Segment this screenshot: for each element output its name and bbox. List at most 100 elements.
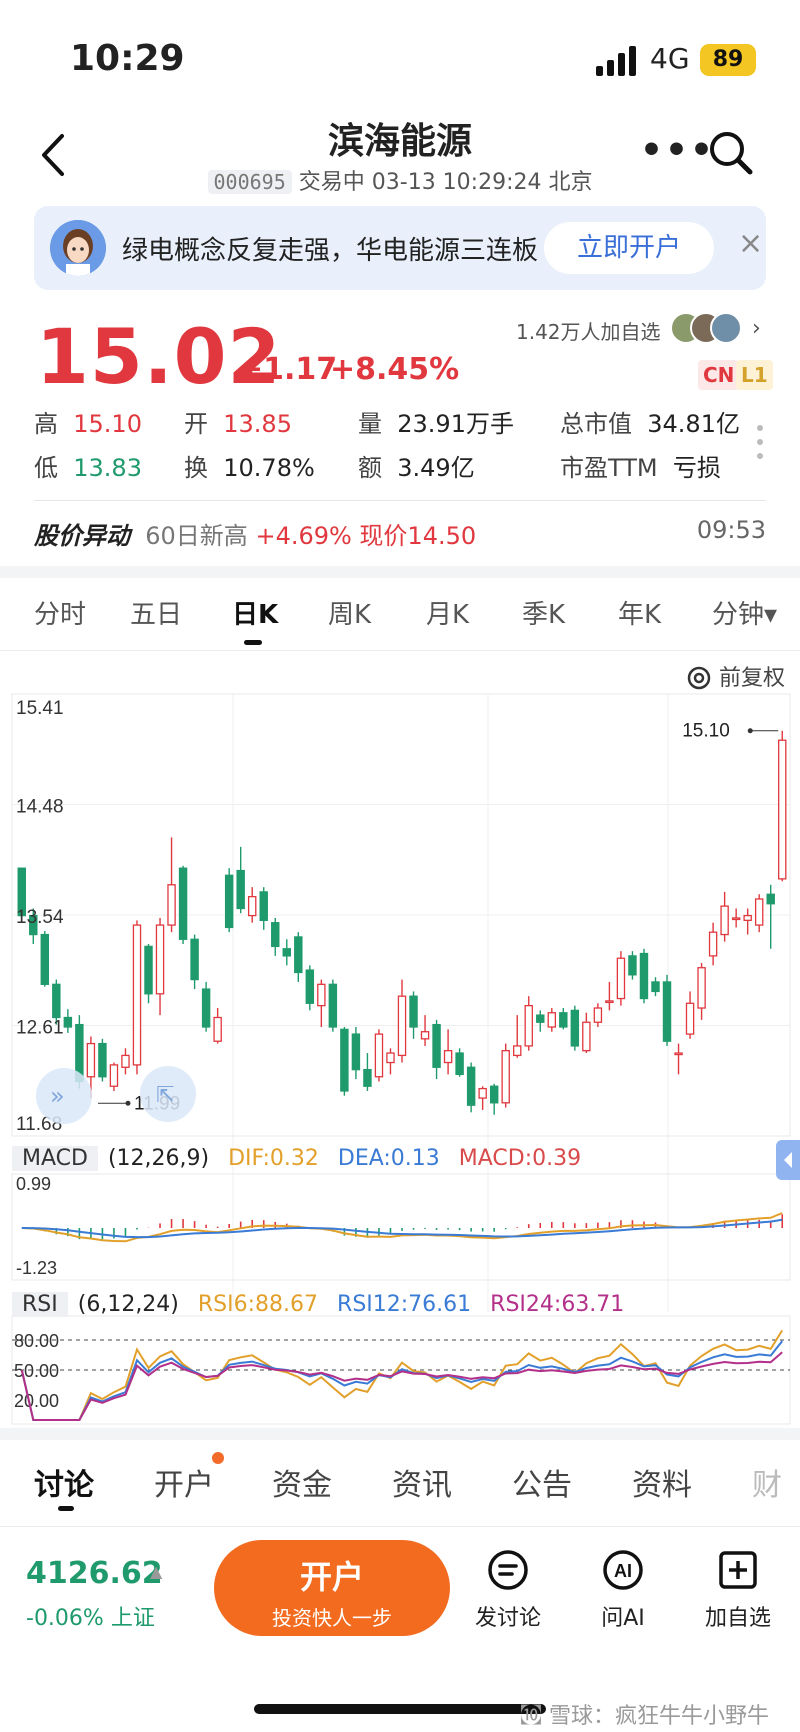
candle-body	[236, 869, 245, 910]
candle-body	[547, 1012, 557, 1028]
candle-body	[489, 1085, 499, 1104]
candle-body	[754, 898, 764, 926]
candle-body	[685, 1002, 695, 1035]
stat-market-cap: 总市值 34.81亿	[560, 410, 740, 438]
tab-daily-k[interactable]: 日K	[232, 594, 278, 631]
candle-body	[201, 988, 211, 1028]
network-type: 4G	[650, 42, 690, 75]
tab-minute[interactable]: 分钟▾	[712, 594, 777, 631]
watcher-count[interactable]: 1.42万人加自选	[516, 316, 661, 345]
candle-body	[259, 891, 268, 921]
stock-code: 000695	[207, 170, 292, 194]
y-axis-label: 15.41	[16, 698, 64, 719]
index-change[interactable]: -0.06% 上证	[26, 1600, 155, 1632]
rsi24-value: RSI24:63.71	[490, 1292, 625, 1317]
candle-body	[86, 1042, 96, 1078]
rsi-label[interactable]: RSI	[12, 1292, 68, 1317]
max-price-label: 15.10	[682, 721, 730, 742]
macd-dif: DIF:0.32	[228, 1146, 319, 1171]
candle-body	[639, 952, 649, 1000]
status-time: 10:29	[70, 38, 185, 79]
macd-dea: DEA:0.13	[337, 1146, 440, 1171]
candle-body	[224, 874, 234, 929]
trade-status-text: 交易中 03-13 10:29:24 北京	[298, 170, 593, 195]
candle-body	[593, 1007, 603, 1023]
candle-body	[305, 969, 315, 1004]
divider	[34, 500, 766, 501]
candle-body	[144, 945, 153, 995]
rsi-level-label: 80.00	[14, 1331, 59, 1351]
macd-bottom-label: -1.23	[16, 1258, 57, 1278]
candle-body	[340, 1028, 349, 1092]
candle-body	[432, 1023, 441, 1068]
tab-open-account[interactable]: 开户	[154, 1460, 214, 1504]
tab-discussion[interactable]: 讨论	[34, 1460, 94, 1504]
collapse-panel-icon[interactable]	[776, 1140, 800, 1180]
candle-body	[536, 1014, 545, 1023]
active-tab-indicator	[58, 1506, 74, 1511]
y-axis-label: 12.61	[16, 1018, 64, 1039]
candle-body	[271, 922, 280, 948]
tab-quarterly-k[interactable]: 季K	[522, 594, 565, 631]
open-account-button[interactable]: 立即开户	[544, 222, 714, 274]
rsi-level-label: 50.00	[14, 1361, 59, 1381]
tab-news[interactable]: 资讯	[392, 1460, 452, 1504]
notification-dot	[212, 1452, 224, 1464]
adjust-toggle[interactable]: 前复权	[686, 660, 785, 692]
tab-finance[interactable]: 财	[752, 1460, 782, 1504]
tab-funds[interactable]: 资金	[272, 1460, 332, 1504]
candle-body	[409, 995, 418, 1028]
open-account-subtitle: 投资快人一步	[272, 1606, 392, 1630]
divider	[0, 650, 800, 651]
tab-five-day[interactable]: 五日	[130, 594, 182, 631]
kline-chart[interactable]: 15.4114.4813.5412.6111.6815.1011.99»⇱0.9…	[0, 690, 800, 1428]
index-value[interactable]: 4126.62	[26, 1556, 163, 1591]
price-alert-row[interactable]: 股价异动 60日新高 +4.69% 现价14.50 09:53	[34, 516, 766, 556]
signal-icon	[596, 46, 636, 76]
candle-body	[40, 933, 50, 985]
candle-body	[247, 895, 257, 917]
candle-body	[420, 1031, 430, 1040]
stat-amount: 额 3.49亿	[358, 454, 475, 482]
candle-body	[282, 948, 291, 957]
tab-intraday[interactable]: 分时	[34, 594, 86, 631]
candle-body	[363, 1068, 372, 1087]
rsi6-value: RSI6:88.67	[197, 1292, 319, 1317]
section-gap	[0, 1428, 800, 1440]
cn-badge: CN	[698, 360, 740, 390]
candle-body	[524, 1005, 533, 1047]
watcher-avatars[interactable]	[670, 310, 742, 346]
alert-text: 60日新高	[145, 522, 248, 550]
home-indicator	[254, 1704, 546, 1714]
discuss-button[interactable]: 发讨论	[460, 1548, 556, 1632]
tab-monthly-k[interactable]: 月K	[426, 594, 469, 631]
candle-body	[651, 981, 660, 993]
promo-banner[interactable]: 绿电概念反复走强，华电能源三连板 立即开户 ×	[34, 206, 766, 290]
candle-body	[397, 995, 407, 1057]
more-stats-icon[interactable]	[756, 424, 764, 460]
period-tabs: 分时 五日 日K 周K 月K 季K 年K 分钟▾	[0, 580, 800, 650]
more-menu-icon[interactable]: •••	[640, 130, 715, 171]
tab-weekly-k[interactable]: 周K	[328, 594, 371, 631]
candle-body	[478, 1087, 487, 1099]
chevron-right-icon[interactable]: ›	[752, 316, 761, 341]
add-watchlist-button[interactable]: 加自选	[690, 1548, 786, 1632]
stat-open: 开 13.85	[184, 410, 292, 438]
open-account-main-button[interactable]: 开户 投资快人一步	[214, 1540, 450, 1636]
min-marker-dot	[125, 1100, 131, 1106]
search-icon[interactable]	[708, 130, 754, 176]
candle-body	[743, 914, 752, 921]
candle-body	[351, 1033, 361, 1071]
rsi-params: (6,12,24)	[77, 1292, 179, 1317]
macd-label[interactable]: MACD	[12, 1146, 98, 1171]
tab-yearly-k[interactable]: 年K	[618, 594, 661, 631]
stat-low: 低 13.83	[34, 454, 142, 482]
discuss-icon	[488, 1550, 528, 1590]
candle-body	[513, 1045, 522, 1057]
tab-announcements[interactable]: 公告	[512, 1460, 572, 1504]
close-icon[interactable]: ×	[738, 226, 763, 261]
watermark: ㉈ 雪球：疯狂牛牛小野牛	[520, 1704, 769, 1729]
candle-body	[109, 1064, 119, 1087]
tab-profile[interactable]: 资料	[632, 1460, 692, 1504]
ask-ai-button[interactable]: AI 问AI	[575, 1548, 671, 1632]
